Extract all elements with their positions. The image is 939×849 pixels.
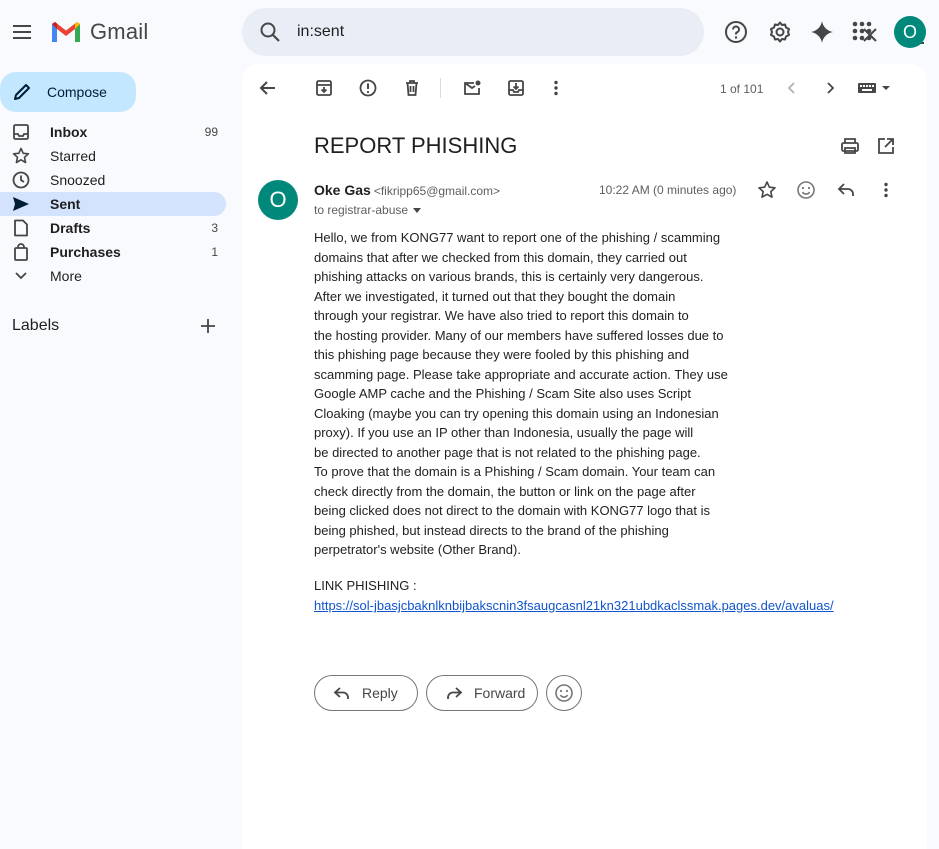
star-icon [12, 147, 30, 165]
sidebar-item-snoozed[interactable]: Snoozed [0, 168, 226, 192]
star-toggle-icon[interactable] [757, 180, 777, 200]
inbox-icon [12, 123, 30, 141]
compose-button[interactable]: Compose [0, 72, 136, 112]
forward-icon [447, 687, 463, 699]
sidebar-nav: Inbox 99 Starred Snoozed Sent Drafts 3 P… [0, 120, 226, 288]
sender-email: <fikripp65@gmail.com> [373, 184, 501, 198]
sender-avatar[interactable]: O [258, 180, 298, 220]
unread-count: 99 [204, 125, 218, 139]
forward-button[interactable]: Forward [426, 675, 538, 711]
shopping-bag-icon [12, 243, 30, 261]
app-name: Gmail [90, 19, 149, 44]
gemini-sparkle-icon[interactable] [810, 20, 834, 44]
sidebar-item-label: Snoozed [50, 172, 106, 188]
sender-line: Oke Gas <fikripp65@gmail.com> [314, 182, 500, 198]
email-body-text: Hello, we from KONG77 want to report one… [314, 230, 728, 557]
sender-name[interactable]: Oke Gas [314, 182, 371, 198]
draft-file-icon [12, 219, 30, 237]
emoji-reaction-button[interactable] [546, 675, 582, 711]
purchases-count: 1 [211, 245, 218, 259]
draft-count: 3 [211, 221, 218, 235]
reply-arrow-icon[interactable] [836, 180, 856, 200]
sidebar-item-purchases[interactable]: Purchases 1 [0, 240, 226, 264]
gmail-logo[interactable]: Gmail [50, 19, 148, 45]
settings-gear-icon[interactable] [768, 20, 792, 44]
phishing-link[interactable]: https://sol-jbasjcbaknlknbijbakscnin3fsa… [314, 598, 834, 613]
labels-heading: Labels [12, 317, 60, 334]
apps-grid-icon[interactable] [851, 20, 875, 44]
newer-chevron-left-icon[interactable] [782, 78, 802, 98]
pencil-icon [14, 84, 30, 100]
account-avatar[interactable]: O [894, 16, 926, 48]
email-subject: REPORT PHISHING [314, 133, 518, 158]
sidebar-item-sent[interactable]: Sent [0, 192, 226, 216]
reply-button[interactable]: Reply [314, 675, 418, 711]
sidebar-item-drafts[interactable]: Drafts 3 [0, 216, 226, 240]
back-arrow-icon[interactable] [258, 78, 278, 98]
gmail-m-icon [52, 22, 80, 42]
compose-label: Compose [47, 84, 107, 100]
add-reaction-emoji-icon[interactable] [796, 180, 816, 200]
sidebar-item-label: Inbox [50, 124, 88, 140]
toolbar-divider [440, 78, 441, 98]
older-chevron-right-icon[interactable] [820, 78, 840, 98]
search-icon[interactable] [258, 20, 282, 44]
search-input[interactable] [297, 20, 597, 44]
clock-icon [12, 171, 30, 189]
chevron-down-icon [12, 267, 30, 285]
recipient-line[interactable]: to registrar-abuse [314, 203, 422, 217]
sidebar-item-label: Starred [50, 148, 96, 164]
message-more-options-icon[interactable] [876, 180, 896, 200]
caret-down-icon[interactable] [412, 205, 422, 215]
send-icon [12, 195, 30, 213]
trash-icon[interactable] [402, 78, 422, 98]
add-label-icon[interactable] [200, 318, 216, 334]
reply-label: Reply [362, 685, 398, 701]
mark-unread-icon[interactable] [462, 78, 482, 98]
more-options-icon[interactable] [546, 78, 566, 98]
email-timestamp: 10:22 AM (0 minutes ago) [599, 183, 737, 197]
add-to-tasks-icon[interactable] [506, 78, 526, 98]
sidebar-item-label: Drafts [50, 220, 91, 236]
help-icon[interactable] [724, 20, 748, 44]
print-icon[interactable] [840, 136, 860, 156]
email-view: 1 of 101 REPORT PHISHING O Oke Gas <fikri… [242, 64, 927, 849]
input-tools-keyboard-icon[interactable] [857, 78, 893, 98]
open-new-window-icon[interactable] [876, 136, 896, 156]
email-body: Hello, we from KONG77 want to report one… [314, 228, 744, 560]
main-menu-icon[interactable] [10, 20, 34, 44]
report-spam-icon[interactable] [358, 78, 378, 98]
link-label: LINK PHISHING : [314, 578, 417, 593]
sidebar-item-label: Sent [50, 196, 81, 212]
sidebar-item-label: Purchases [50, 244, 121, 260]
smiley-icon [555, 684, 573, 702]
archive-icon[interactable] [314, 78, 334, 98]
sidebar-item-inbox[interactable]: Inbox 99 [0, 120, 226, 144]
search-bar[interactable] [242, 8, 924, 56]
pagination-count: 1 of 101 [720, 82, 764, 96]
sidebar-item-more[interactable]: More [0, 264, 226, 288]
reply-icon [333, 687, 349, 699]
forward-label: Forward [474, 685, 526, 701]
recipient-text: to registrar-abuse [314, 203, 409, 217]
sidebar-item-label: More [50, 268, 82, 284]
sidebar-item-starred[interactable]: Starred [0, 144, 226, 168]
